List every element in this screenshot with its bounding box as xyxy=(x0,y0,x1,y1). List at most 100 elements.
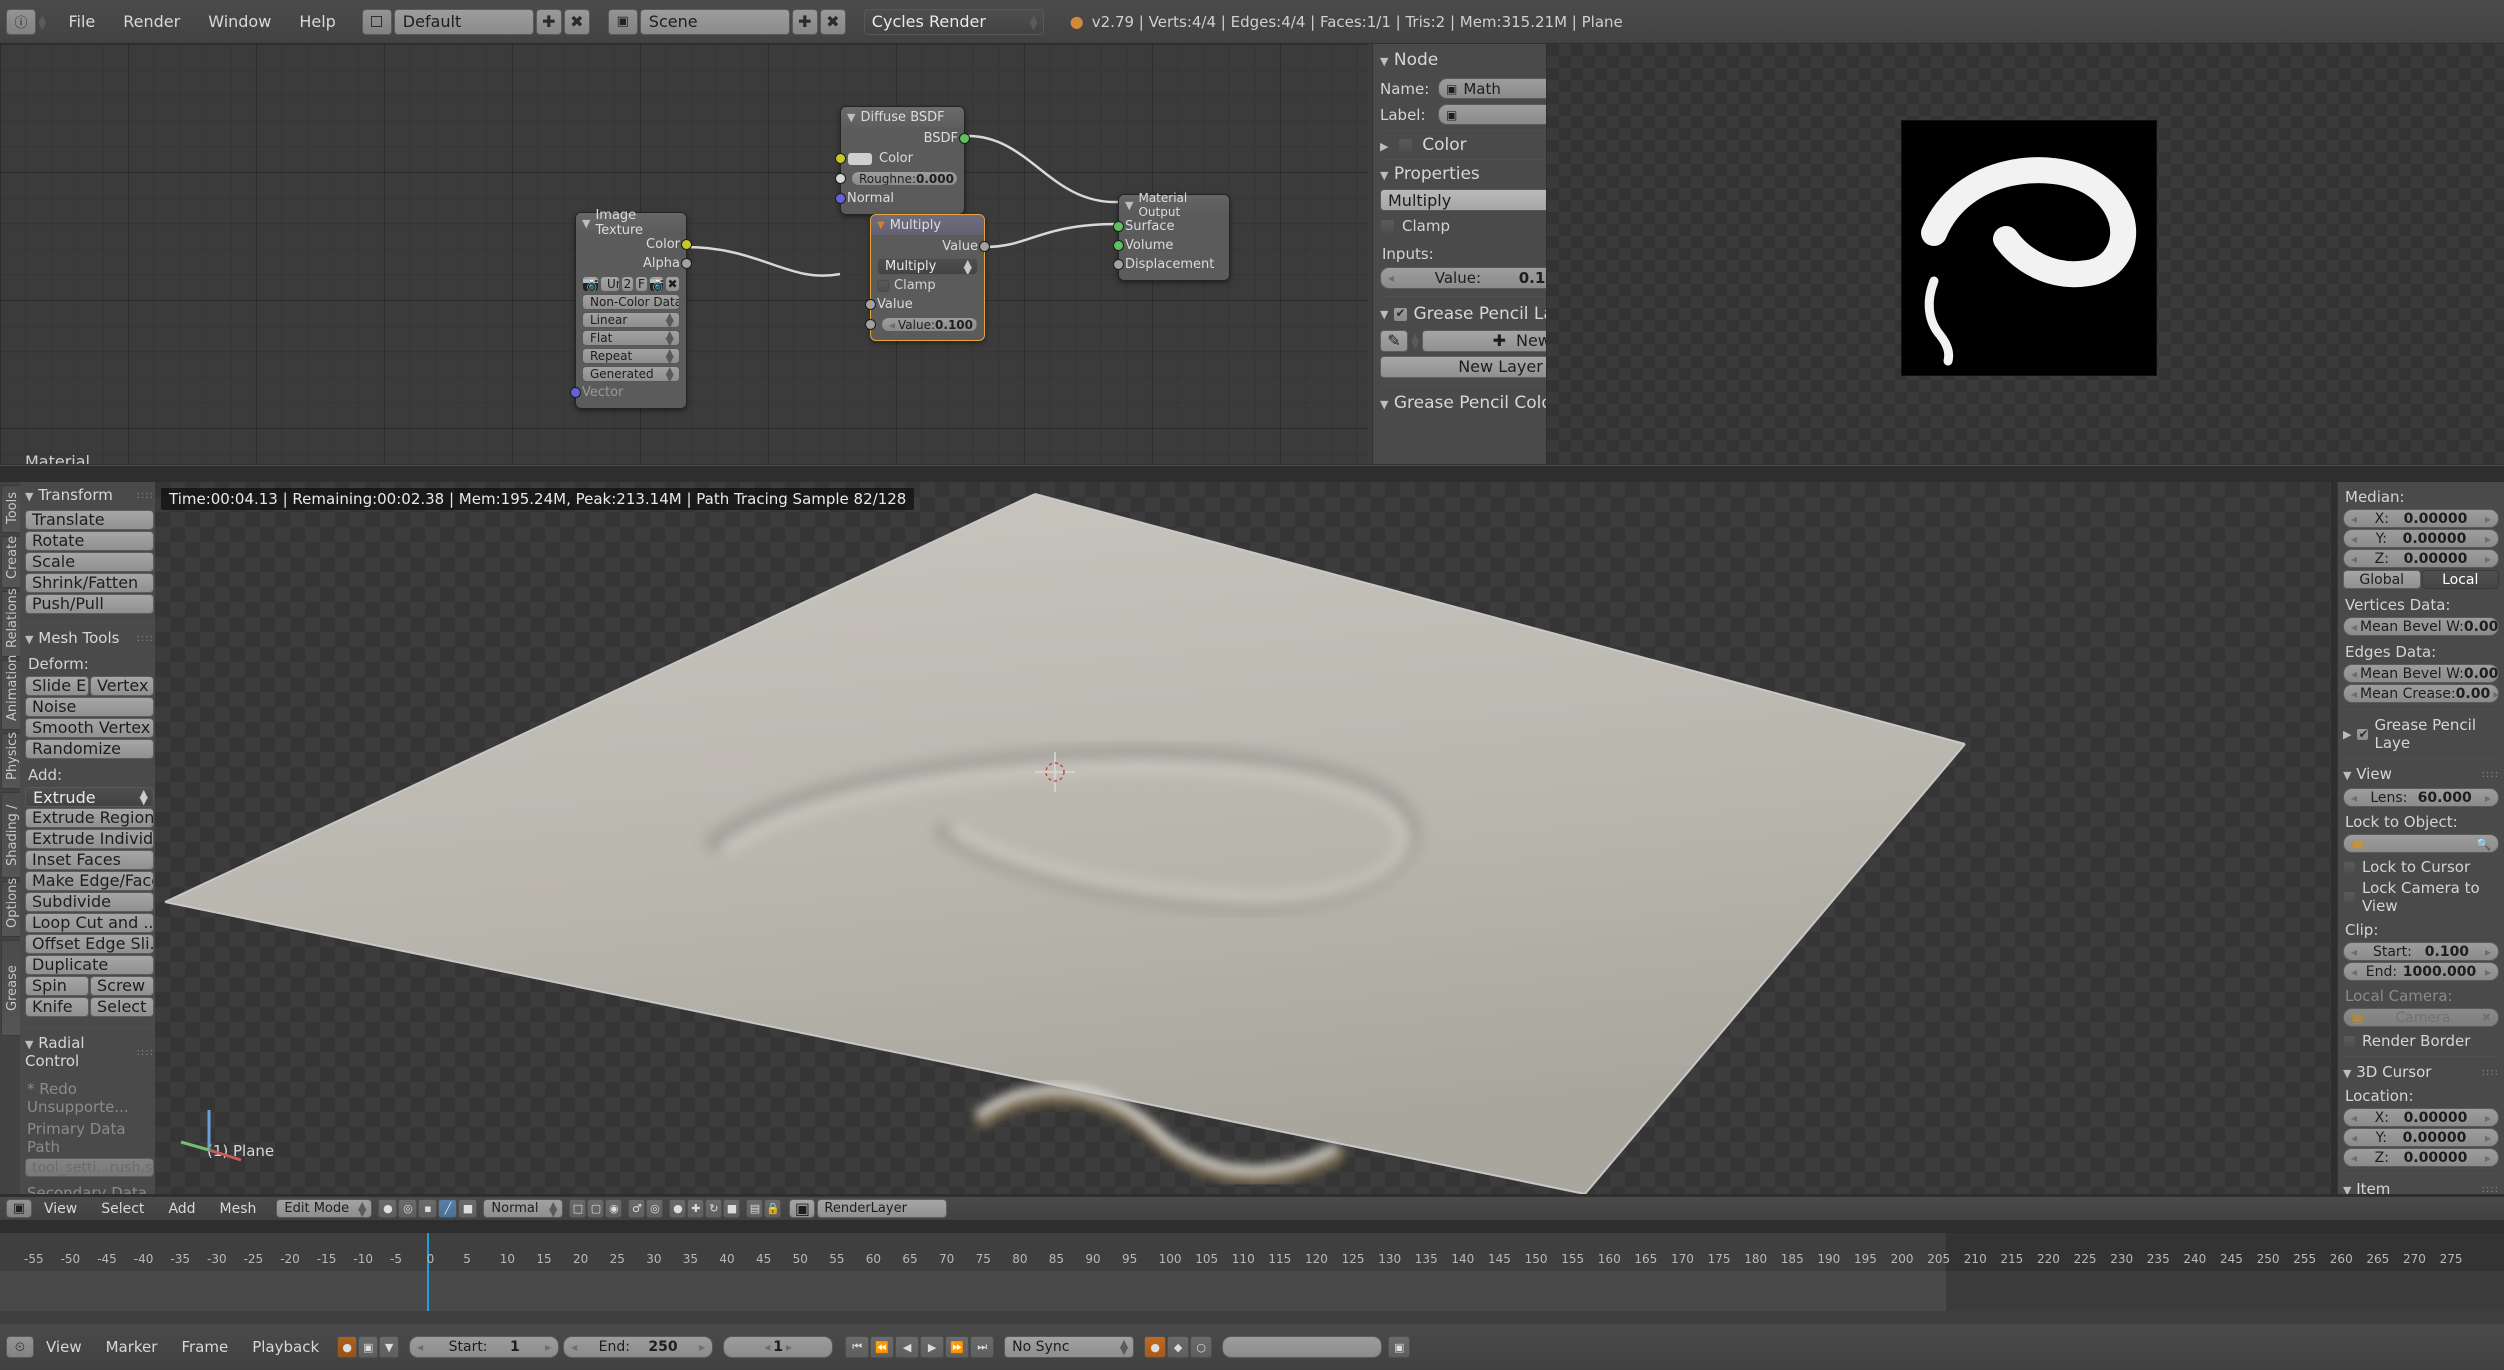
viewport-3d-canvas[interactable]: Time:00:04.13 | Remaining:00:02.38 | Mem… xyxy=(155,482,2331,1194)
push-pull-button[interactable]: Push/Pull xyxy=(25,594,154,614)
edge-select-icon[interactable]: ╱ xyxy=(438,1199,458,1218)
scene-field[interactable]: Scene xyxy=(639,8,790,35)
output-socket-color[interactable] xyxy=(681,239,692,250)
source-dropdown[interactable]: Generated ▲ ▼ xyxy=(582,366,680,382)
noise-button[interactable]: Noise xyxy=(25,697,154,717)
gp-layers-header[interactable]: ▶ Grease Pencil Laye xyxy=(2343,716,2499,752)
median-y-field[interactable]: Y:0.00000 xyxy=(2343,529,2499,548)
viewport-menu-add[interactable]: Add xyxy=(156,1201,207,1217)
render-border-checkbox[interactable] xyxy=(2343,1034,2356,1048)
current-frame-field[interactable]: 1 xyxy=(723,1336,834,1358)
node-diffuse-bsdf[interactable]: ▼ Diffuse BSDF BSDF Color Roughne: 0.000… xyxy=(835,106,970,215)
editor-type-icon[interactable]: ⏲ xyxy=(6,1336,34,1358)
translate-button[interactable]: Translate xyxy=(25,510,154,530)
delete-screen-layout-button[interactable]: ✖ xyxy=(563,8,590,35)
sync-mode-dropdown[interactable]: No Sync ▲ ▼ xyxy=(1004,1336,1135,1358)
prev-keyframe-icon[interactable]: ⏪ xyxy=(870,1336,895,1358)
extrude-dropdown[interactable]: Extrude ▲ ▼ xyxy=(25,787,154,807)
radial-control-panel-header[interactable]: ▼ Radial Control :::: xyxy=(25,1034,154,1070)
colorspace-dropdown[interactable]: Non-Color Data▲▼ xyxy=(582,294,680,310)
editor-type-chevron-icon[interactable]: ▲ ▼ xyxy=(38,13,46,31)
rendered-image[interactable] xyxy=(1901,120,2157,376)
input-socket-displacement[interactable] xyxy=(1113,259,1124,270)
transform-orientation-dropdown[interactable]: Normal ▲ ▼ xyxy=(483,1199,564,1218)
clip-end-field[interactable]: End:1000.000 xyxy=(2343,962,2499,981)
node-image-texture[interactable]: ▼ Image Texture Color Alpha 📷 Unt 2 F 📷 xyxy=(570,208,692,409)
randomize-button[interactable]: Randomize xyxy=(25,739,154,759)
inset-faces-button[interactable]: Inset Faces xyxy=(25,850,154,870)
cursor-y-field[interactable]: Y:0.00000 xyxy=(2343,1128,2499,1147)
browse-render-layer-icon[interactable]: ▣ xyxy=(789,1199,816,1218)
subdivide-button[interactable]: Subdivide xyxy=(25,892,154,912)
output-socket-alpha[interactable] xyxy=(681,258,692,269)
input-socket-roughness[interactable] xyxy=(835,173,846,184)
delete-scene-button[interactable]: ✖ xyxy=(819,8,846,35)
output-socket-value[interactable] xyxy=(979,241,990,252)
input-socket-vector[interactable] xyxy=(570,387,581,398)
rotate-button[interactable]: Rotate xyxy=(25,531,154,551)
node-math-multiply[interactable]: ▼ Multiply Value Multiply ▲ ▼ Clamp Valu… xyxy=(865,214,990,341)
offset-edge-slide-button[interactable]: Offset Edge Sli... xyxy=(25,934,154,954)
menu-file[interactable]: File xyxy=(54,12,109,31)
cursor-x-field[interactable]: X:0.00000 xyxy=(2343,1108,2499,1127)
transform-panel-header[interactable]: ▼ Transform :::: xyxy=(25,486,154,504)
start-frame-field[interactable]: Start:1 xyxy=(409,1336,560,1358)
interaction-mode-dropdown[interactable]: Edit Mode ▲ ▼ xyxy=(276,1199,373,1218)
duplicate-button[interactable]: Duplicate xyxy=(25,955,154,975)
keying-set-field[interactable] xyxy=(1222,1336,1383,1358)
add-scene-button[interactable]: ✚ xyxy=(791,8,818,35)
roughness-field[interactable]: Roughne: 0.000 xyxy=(851,171,958,186)
vertex-select-icon[interactable]: ▪ xyxy=(418,1199,438,1218)
play-icon[interactable]: ▶ xyxy=(920,1336,945,1358)
keying-set-add-icon[interactable]: ▣ xyxy=(1388,1336,1411,1358)
snap-magnet-icon[interactable]: ♂ xyxy=(628,1199,646,1218)
image-new-icon[interactable]: 📷 xyxy=(649,276,664,292)
menu-render[interactable]: Render xyxy=(109,12,194,31)
face-select-icon[interactable]: ■ xyxy=(458,1199,478,1218)
lock-camera-to-view-checkbox[interactable] xyxy=(2343,890,2356,904)
add-screen-layout-button[interactable]: ✚ xyxy=(535,8,562,35)
layer-icon[interactable]: ▤ xyxy=(746,1199,764,1218)
viewport-menu-mesh[interactable]: Mesh xyxy=(208,1201,269,1217)
screw-button[interactable]: Screw xyxy=(90,976,154,996)
render-layer-field[interactable]: RenderLayer xyxy=(817,1199,948,1218)
input-socket-value-1[interactable] xyxy=(865,299,876,310)
grease-pencil-checkbox[interactable] xyxy=(1393,306,1409,322)
clip-start-field[interactable]: Start:0.100 xyxy=(2343,942,2499,961)
image-users-count[interactable]: 2 xyxy=(621,276,634,292)
slide-edge-button[interactable]: Slide E xyxy=(25,676,89,696)
viewport-shading-icon[interactable]: ● xyxy=(378,1199,398,1218)
limit-selection-icon[interactable]: □ xyxy=(569,1199,587,1218)
median-x-field[interactable]: X:0.00000 xyxy=(2343,509,2499,528)
node-collapse-icon[interactable]: ▼ xyxy=(877,220,885,231)
input-socket-surface[interactable] xyxy=(1113,221,1124,232)
key-dropdown-icon[interactable]: ▼ xyxy=(379,1336,400,1358)
extrude-region-button[interactable]: Extrude Region xyxy=(25,808,154,828)
mesh-tools-panel-header[interactable]: ▼ Mesh Tools :::: xyxy=(25,629,154,647)
input-socket-color[interactable] xyxy=(835,153,846,164)
keying-set-icon[interactable]: ▣ xyxy=(358,1336,379,1358)
clamp-checkbox[interactable] xyxy=(877,279,889,292)
chevron-updown-icon[interactable]: ▲ ▼ xyxy=(1411,332,1419,350)
timeline-menu-marker[interactable]: Marker xyxy=(94,1338,170,1356)
render-engine-dropdown[interactable]: Cycles Render ▲ ▼ xyxy=(863,8,1044,35)
scale-button[interactable]: Scale xyxy=(25,552,154,572)
jump-start-icon[interactable]: ⏮ xyxy=(845,1336,870,1358)
image-browse-icon[interactable]: 📷 xyxy=(582,276,599,292)
end-frame-field[interactable]: End:250 xyxy=(563,1336,714,1358)
image-unlink-icon[interactable]: ✖ xyxy=(665,276,680,292)
smooth-vertex-button[interactable]: Smooth Vertex xyxy=(25,718,154,738)
node-collapse-icon[interactable]: ▼ xyxy=(847,111,855,124)
menu-help[interactable]: Help xyxy=(285,12,349,31)
snap-target-icon[interactable]: ◎ xyxy=(646,1199,664,1218)
node-collapse-icon[interactable]: ▼ xyxy=(582,217,590,230)
color-swatch[interactable] xyxy=(1397,138,1413,153)
lock-layer-icon[interactable]: 🔒 xyxy=(764,1199,782,1218)
occlude-geometry-icon[interactable]: ▢ xyxy=(587,1199,605,1218)
pivot-icon[interactable]: ● xyxy=(669,1199,687,1218)
make-edge-face-button[interactable]: Make Edge/Face xyxy=(25,871,154,891)
manipulator-scale-icon[interactable]: ■ xyxy=(723,1199,741,1218)
lens-field[interactable]: Lens:60.000 xyxy=(2343,788,2499,807)
jump-end-icon[interactable]: ⏭ xyxy=(970,1336,995,1358)
node-editor-canvas[interactable]: ▼ Image Texture Color Alpha 📷 Unt 2 F 📷 xyxy=(0,44,1368,464)
